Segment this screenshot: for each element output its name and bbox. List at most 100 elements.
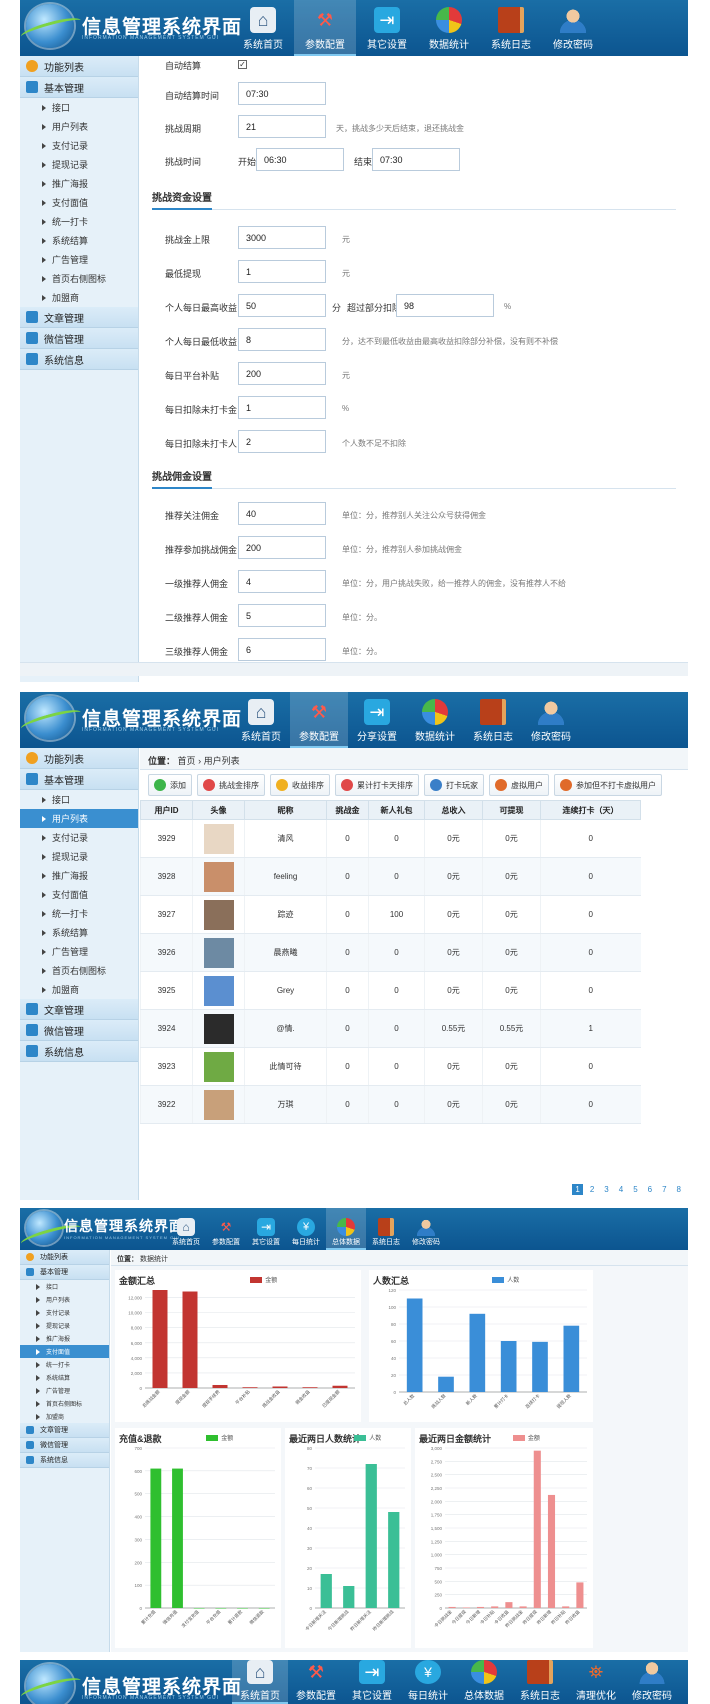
bar[interactable] [562, 1606, 570, 1608]
sidebar-item-pay-records[interactable]: 支付记录 [20, 828, 138, 847]
bar[interactable] [462, 1607, 470, 1608]
sidebar-group-basic[interactable]: 基本管理 [20, 769, 138, 790]
bar[interactable] [258, 1608, 270, 1609]
sidebar-item-franchise[interactable]: 加盟商 [20, 1410, 109, 1423]
sidebar-item-api[interactable]: 接口 [20, 1280, 109, 1293]
sidebar-group-articles[interactable]: 文章管理 [20, 1423, 109, 1438]
sidebar-item-poster[interactable]: 推广海报 [20, 866, 138, 885]
table-row[interactable]: 3924 @情. 0 0 0.55元 0.55元 1 [140, 1009, 641, 1048]
nav-password[interactable]: 修改密码 [542, 0, 604, 56]
sidebar-item-user-list[interactable]: 用户列表 [20, 117, 138, 136]
col-capital[interactable]: 挑战金 [326, 800, 369, 820]
nav-home[interactable]: ⌂ 系统首页 [232, 692, 290, 748]
sidebar-group-wechat[interactable]: 微信管理 [20, 328, 138, 349]
day-min-input[interactable]: 8 [238, 328, 326, 351]
bar[interactable] [172, 1468, 183, 1608]
sort-capital-button[interactable]: 挑战金排序 [197, 774, 265, 796]
table-row[interactable]: 3923 此情可待 0 0 0元 0元 0 [140, 1047, 641, 1086]
virtual-users-button[interactable]: 虚拟用户 [489, 774, 549, 796]
nav-password[interactable]: 修改密码 [406, 1208, 446, 1250]
sidebar-group-sysinfo[interactable]: 系统信息 [20, 1453, 109, 1468]
virtual-no-checkin-button[interactable]: 参加但不打卡虚拟用户 [554, 774, 662, 796]
sidebar-item-franchise[interactable]: 加盟商 [20, 980, 138, 999]
nav-logs[interactable]: 系统日志 [464, 692, 522, 748]
nav-home[interactable]: ⌂ 系统首页 [232, 1660, 288, 1704]
day-max-input[interactable]: 50 [238, 294, 326, 317]
bar[interactable] [388, 1512, 400, 1608]
nav-password[interactable]: 修改密码 [522, 692, 580, 748]
sidebar-item-pay-values[interactable]: 支付面值 [20, 885, 138, 904]
deduct-input[interactable]: 1 [238, 396, 326, 419]
sidebar-item-withdraw-records[interactable]: 提现记录 [20, 847, 138, 866]
sidebar-item-pay-values[interactable]: 支付面值 [20, 193, 138, 212]
sidebar-item-icons[interactable]: 首页右侧图标 [20, 1397, 109, 1410]
min-withdraw-input[interactable]: 1 [238, 260, 326, 283]
avatar[interactable] [203, 823, 234, 854]
horizontal-scrollbar[interactable] [20, 662, 688, 676]
sort-income-button[interactable]: 收益排序 [270, 774, 330, 796]
over-input[interactable]: 98 [396, 294, 494, 317]
nav-home[interactable]: ⌂ 系统首页 [166, 1208, 206, 1250]
page-link[interactable]: 1 [572, 1184, 583, 1195]
bar[interactable] [237, 1608, 248, 1609]
sidebar-item-withdraw-records[interactable]: 提现记录 [20, 155, 138, 174]
nav-overall-data[interactable]: 总体数据 [456, 1660, 512, 1704]
sidebar-item-icons[interactable]: 首页右侧图标 [20, 269, 138, 288]
c2-input[interactable]: 200 [238, 536, 326, 559]
table-row[interactable]: 3926 晨燕曦 0 0 0元 0元 0 [140, 933, 641, 972]
sidebar-item-ads[interactable]: 广告管理 [20, 942, 138, 961]
nav-other-settings[interactable]: ⇥ 其它设置 [246, 1208, 286, 1250]
bar[interactable] [563, 1325, 580, 1392]
c3-input[interactable]: 4 [238, 570, 326, 593]
cycle-input[interactable]: 21 [238, 115, 326, 138]
max-input[interactable]: 3000 [238, 226, 326, 249]
table-row[interactable]: 3928 feeling 0 0 0元 0元 0 [140, 857, 641, 896]
table-row[interactable]: 3929 清风 0 0 0元 0元 0 [140, 819, 641, 858]
sidebar-group-wechat[interactable]: 微信管理 [20, 1020, 138, 1041]
bar[interactable] [343, 1586, 355, 1608]
col-nickname[interactable]: 昵称 [244, 800, 327, 820]
sidebar-item-settlement[interactable]: 系统结算 [20, 231, 138, 250]
bar[interactable] [406, 1298, 423, 1393]
nav-share[interactable]: ⇥ 分享设置 [348, 692, 406, 748]
sidebar-group-articles[interactable]: 文章管理 [20, 999, 138, 1020]
table-row[interactable]: 3922 万琪 0 0 0元 0元 0 [140, 1085, 641, 1124]
bar[interactable] [215, 1608, 227, 1609]
table-row[interactable]: 3927 踪迹 0 100 0元 0元 0 [140, 895, 641, 934]
page-link[interactable]: 7 [659, 1184, 669, 1195]
bar[interactable] [212, 1384, 228, 1388]
bar[interactable] [547, 1494, 556, 1608]
sidebar-item-api[interactable]: 接口 [20, 98, 138, 117]
bar[interactable] [242, 1387, 258, 1388]
nav-other-settings[interactable]: ⇥ 其它设置 [344, 1660, 400, 1704]
bar[interactable] [150, 1468, 162, 1608]
bar[interactable] [332, 1385, 348, 1388]
avatar[interactable] [203, 975, 234, 1006]
nav-home[interactable]: ⌂ 系统首页 [232, 0, 294, 56]
nav-logs[interactable]: 系统日志 [366, 1208, 406, 1250]
bar[interactable] [365, 1464, 377, 1608]
nav-params[interactable]: ⚒ 参数配置 [294, 0, 356, 56]
sidebar-item-checkin[interactable]: 统一打卡 [20, 212, 138, 231]
sidebar-item-pay-records[interactable]: 支付记录 [20, 136, 138, 155]
bar[interactable] [469, 1313, 486, 1392]
bar[interactable] [320, 1574, 332, 1608]
page-link[interactable]: 5 [630, 1184, 640, 1195]
nav-params[interactable]: ⚒ 参数配置 [288, 1660, 344, 1704]
bar[interactable] [272, 1386, 288, 1388]
sidebar-group-basic[interactable]: 基本管理 [20, 1265, 109, 1280]
bar[interactable] [476, 1606, 485, 1608]
sidebar-item-user-list[interactable]: 用户列表 [20, 809, 138, 828]
sidebar-group-basic[interactable]: 基本管理 [20, 77, 138, 98]
nav-daily-stats[interactable]: ¥ 每日统计 [286, 1208, 326, 1250]
sidebar-item-pay-records[interactable]: 支付记录 [20, 1306, 109, 1319]
page-link[interactable]: 4 [616, 1184, 626, 1195]
subsidy-input[interactable]: 200 [238, 362, 326, 385]
nav-stats[interactable]: 数据统计 [418, 0, 480, 56]
sidebar-group-articles[interactable]: 文章管理 [20, 307, 138, 328]
bar[interactable] [533, 1450, 541, 1608]
bar[interactable] [491, 1606, 499, 1608]
sidebar-header[interactable]: 功能列表 [20, 56, 138, 77]
sidebar-item-ads[interactable]: 广告管理 [20, 250, 138, 269]
bar[interactable] [519, 1606, 527, 1608]
